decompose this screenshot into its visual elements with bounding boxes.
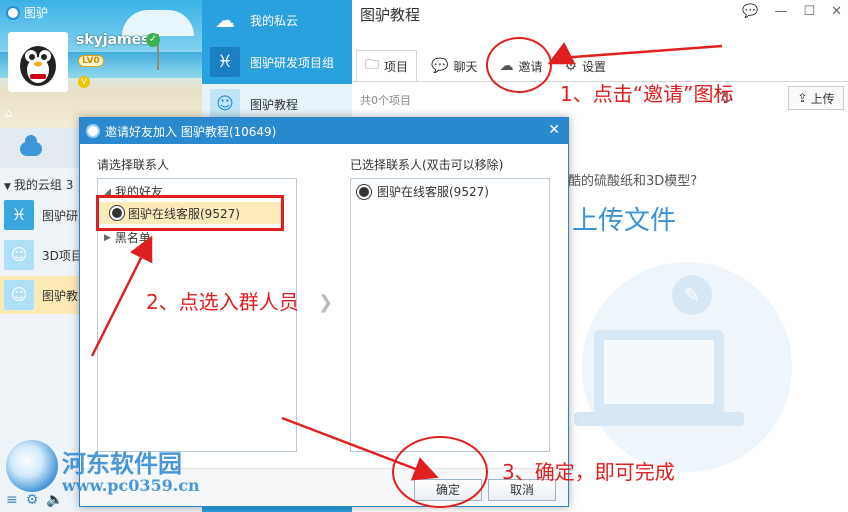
folder-icon: 🗀 [365, 57, 379, 73]
select-contacts-label: 请选择联系人 [97, 158, 170, 172]
tab-label: 设置 [582, 59, 607, 74]
window-controls: 💬 — ☐ ✕ [742, 4, 842, 19]
verified-check-icon: ✓ [146, 33, 160, 47]
gear-icon[interactable]: ⚙ [26, 492, 39, 508]
tab-label: 项目 [384, 59, 409, 74]
minimize-icon[interactable]: — [774, 4, 787, 19]
cloud-icon: ☁ [215, 8, 235, 32]
selected-contact-row[interactable]: 图驴在线客服(9527) [357, 183, 489, 200]
feedback-icon[interactable]: 💬 [742, 4, 758, 19]
chat-icon: 💬 [431, 58, 449, 74]
annotation-step3: 3、确定，即可完成 [502, 460, 675, 484]
group-list-item[interactable]: ☁ 我的私云 [202, 0, 352, 40]
laptop-illustration-icon [594, 330, 724, 414]
pisces-icon: ♓ [4, 200, 34, 230]
annotation-step2: 2、点选入群人员 [146, 290, 299, 314]
selected-contact-name: 图驴在线客服(9527) [377, 185, 489, 199]
tab-chat[interactable]: 💬 聊天 [423, 50, 485, 82]
dialog-logo-icon [86, 124, 100, 138]
menu-icon[interactable]: ≡ [6, 492, 18, 508]
selected-contacts-label: 已选择联系人(双击可以移除) [350, 158, 504, 172]
avatar[interactable] [8, 32, 68, 92]
username: skyjames [76, 32, 150, 48]
pisces-icon: ♓ [210, 47, 240, 77]
annotation-rect-contact [96, 195, 284, 231]
dialog-title: 邀请好友加入 图驴教程(10649) [105, 124, 277, 139]
close-icon[interactable]: ✕ [831, 4, 842, 19]
annotation-ellipse-invite [486, 37, 552, 93]
laptop-base-illustration [574, 412, 744, 426]
sidebar-group-label: 3D项目 [42, 248, 83, 263]
collapse-triangle-icon: ▼ [4, 182, 11, 192]
annotation-ellipse-confirm [392, 436, 488, 508]
selected-contacts-pane[interactable]: 图驴在线客服(9527) [350, 178, 550, 452]
page-title: 图驴教程 [360, 6, 421, 24]
vip-badge: V [78, 76, 90, 88]
app-title: 图驴 [6, 4, 48, 21]
dialog-close-icon[interactable]: ✕ [548, 122, 560, 138]
group-list-item[interactable]: ♓ 图驴研发项目组 [202, 42, 352, 82]
empty-hint-text: 酷的硫酸纸和3D模型? [568, 174, 698, 189]
upload-button[interactable]: ⇪ 上传 [788, 86, 844, 110]
profile-banner: 图驴 skyjames ✓ LV0 V ⌂ [0, 0, 202, 128]
sidebar-group-label: 图驴教 [42, 288, 79, 303]
home-icon[interactable]: ⌂ [5, 106, 13, 120]
group-list-label: 图驴教程 [250, 97, 299, 112]
sidebar-group-label: 图驴研 [42, 208, 79, 223]
collapsed-triangle-icon: ▶ [104, 232, 111, 243]
cloud-icon[interactable] [20, 135, 42, 156]
app-logo-icon [6, 5, 20, 20]
group-list-label: 图驴研发项目组 [250, 55, 335, 70]
tree-node-blacklist[interactable]: ▶ 黑名单 [104, 229, 151, 246]
avatar-icon: ☺ [210, 89, 240, 119]
upload-icon: ⇪ [797, 91, 808, 105]
annotation-step1: 1、点击“邀请”图标 [560, 82, 734, 106]
empty-hint-upload[interactable]: 上传文件 [572, 200, 676, 237]
tab-label: 聊天 [453, 59, 478, 74]
avatar-icon: ☺ [4, 280, 34, 310]
app-title-label: 图驴 [24, 6, 49, 20]
level-badge: LV0 [78, 55, 104, 67]
dialog-header: 邀请好友加入 图驴教程(10649) [80, 118, 568, 144]
avatar-icon: ☺ [4, 240, 34, 270]
upload-button-label: 上传 [810, 91, 835, 106]
group-list-label: 我的私云 [250, 13, 299, 28]
move-right-arrow-icon[interactable]: ❯ [318, 292, 333, 313]
penguin-avatar-icon [10, 34, 66, 90]
watermark-title: 河东软件园 [62, 449, 182, 478]
tree-node-label: 黑名单 [114, 231, 151, 245]
gear-icon: ⚙ [564, 58, 578, 74]
cloud-group-header-label: 我的云组 3 [13, 178, 74, 192]
tab-project[interactable]: 🗀 项目 [356, 50, 418, 82]
maximize-icon[interactable]: ☐ [803, 4, 815, 19]
pencil-icon: ✎ [672, 275, 712, 315]
file-count: 共0个项目 [360, 94, 411, 107]
penguin-avatar-icon [357, 184, 371, 199]
watermark-logo-icon [6, 440, 58, 492]
watermark-url: www.pc0359.cn [62, 476, 200, 495]
cloud-group-header[interactable]: ▼ 我的云组 3 [4, 176, 73, 193]
